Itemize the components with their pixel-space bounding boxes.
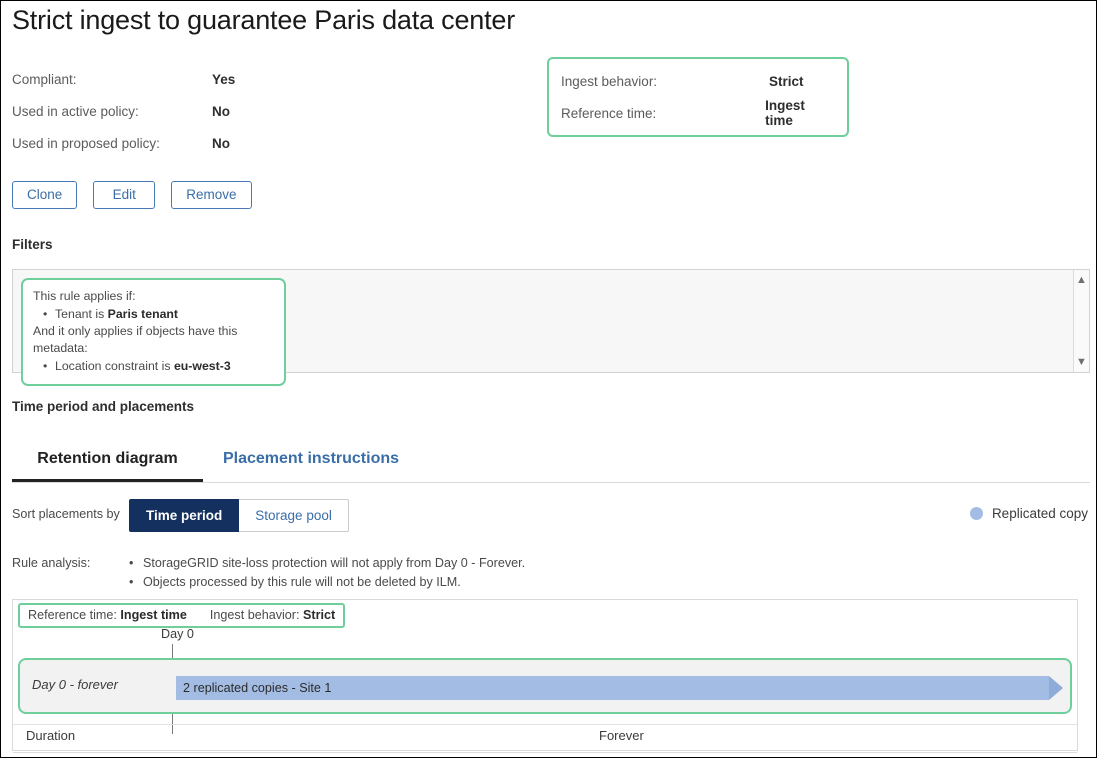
remove-button[interactable]: Remove — [171, 181, 252, 209]
filters-heading: Filters — [12, 237, 53, 252]
filters-panel: This rule applies if: Tenant is Paris te… — [12, 269, 1090, 386]
axis-end-label: Forever — [599, 728, 644, 743]
summary-row: Used in active policy: No — [12, 95, 442, 127]
sort-placements-toggle: Time period Storage pool — [129, 499, 349, 532]
axis-duration-label: Duration — [26, 728, 76, 743]
filters-metadata-list: Location constraint is eu-west-3 — [33, 357, 274, 375]
chevron-up-icon[interactable]: ▲ — [1074, 272, 1089, 288]
reference-time-label: Reference time: — [561, 105, 657, 121]
legend-label: Replicated copy — [991, 506, 1088, 521]
sort-placements-label: Sort placements by — [12, 507, 120, 521]
clone-button[interactable]: Clone — [12, 181, 78, 209]
summary-value: No — [212, 103, 230, 119]
chip-behavior-label: Ingest behavior: — [209, 608, 300, 622]
summary-value: No — [212, 135, 230, 151]
ingest-behavior-box: Ingest behavior: Strict Reference time: … — [547, 57, 849, 137]
reference-time-row: Reference time: Ingest time — [561, 97, 835, 129]
action-buttons: Clone Edit Remove — [12, 181, 252, 209]
summary-row: Used in proposed policy: No — [12, 127, 442, 159]
metadata-prefix: Location constraint is — [55, 359, 174, 373]
chip-reference-label: Reference time: — [28, 608, 117, 622]
day0-label: Day 0 — [161, 627, 194, 641]
tab-bar: Retention diagram Placement instructions — [12, 437, 1090, 483]
edit-button[interactable]: Edit — [93, 181, 156, 209]
filters-content: This rule applies if: Tenant is Paris te… — [21, 278, 286, 386]
axis-baseline — [13, 752, 1077, 753]
summary-label: Used in proposed policy: — [12, 135, 160, 151]
rule-analysis-label: Rule analysis: — [12, 556, 91, 570]
summary-value: Yes — [212, 71, 236, 87]
ingest-behavior-label: Ingest behavior: — [561, 73, 658, 89]
chip-behavior-value: Strict — [303, 608, 336, 622]
sort-option-time-period[interactable]: Time period — [129, 499, 240, 532]
list-item: Location constraint is eu-west-3 — [43, 357, 274, 375]
forever-arrow-icon — [1049, 676, 1063, 700]
reference-time-value: Ingest time — [765, 98, 805, 128]
ingest-behavior-value: Strict — [769, 73, 804, 89]
retention-diagram: Reference time: Ingest time Ingest behav… — [12, 599, 1078, 753]
period-name: Day 0 - forever — [32, 677, 118, 692]
criterion-prefix: Tenant is — [55, 307, 108, 321]
rule-summary: Compliant: Yes Used in active policy: No… — [12, 63, 442, 159]
list-item: StorageGRID site-loss protection will no… — [129, 554, 525, 573]
diagram-axis: Duration Forever — [13, 724, 1077, 753]
chip-reference-value: Ingest time — [120, 608, 187, 622]
tab-placement-instructions[interactable]: Placement instructions — [203, 437, 419, 482]
filters-criteria-list: Tenant is Paris tenant — [33, 305, 274, 323]
sort-option-storage-pool[interactable]: Storage pool — [239, 499, 349, 532]
filters-metadata-intro: And it only applies if objects have this… — [33, 324, 238, 355]
list-item: Objects processed by this rule will not … — [129, 573, 525, 592]
ingest-behavior-row: Ingest behavior: Strict — [561, 65, 835, 97]
filters-intro: This rule applies if: — [33, 289, 136, 303]
summary-label: Used in active policy: — [12, 103, 139, 119]
rule-details-page: Strict ingest to guarantee Paris data ce… — [0, 0, 1097, 758]
filters-scrollbar[interactable]: ▲ ▼ — [1073, 270, 1089, 372]
list-item: Tenant is Paris tenant — [43, 305, 274, 323]
replicated-copy-swatch-icon — [969, 507, 983, 520]
retention-period-row: Day 0 - forever 2 replicated copies - Si… — [18, 658, 1072, 714]
summary-label: Compliant: — [12, 71, 77, 87]
metadata-value: eu-west-3 — [173, 359, 231, 373]
time-period-heading: Time period and placements — [12, 399, 195, 414]
reference-time-chip: Reference time: Ingest time Ingest behav… — [18, 603, 346, 628]
tab-retention-diagram[interactable]: Retention diagram — [12, 437, 203, 482]
placement-label: 2 replicated copies - Site 1 — [183, 681, 332, 695]
rule-analysis-list: StorageGRID site-loss protection will no… — [129, 554, 525, 592]
criterion-value: Paris tenant — [107, 307, 179, 321]
page-title: Strict ingest to guarantee Paris data ce… — [12, 5, 515, 35]
summary-row: Compliant: Yes — [12, 63, 442, 95]
placement-bar[interactable]: 2 replicated copies - Site 1 — [176, 676, 1049, 700]
legend: Replicated copy — [969, 506, 1088, 521]
chevron-down-icon[interactable]: ▼ — [1074, 354, 1089, 370]
